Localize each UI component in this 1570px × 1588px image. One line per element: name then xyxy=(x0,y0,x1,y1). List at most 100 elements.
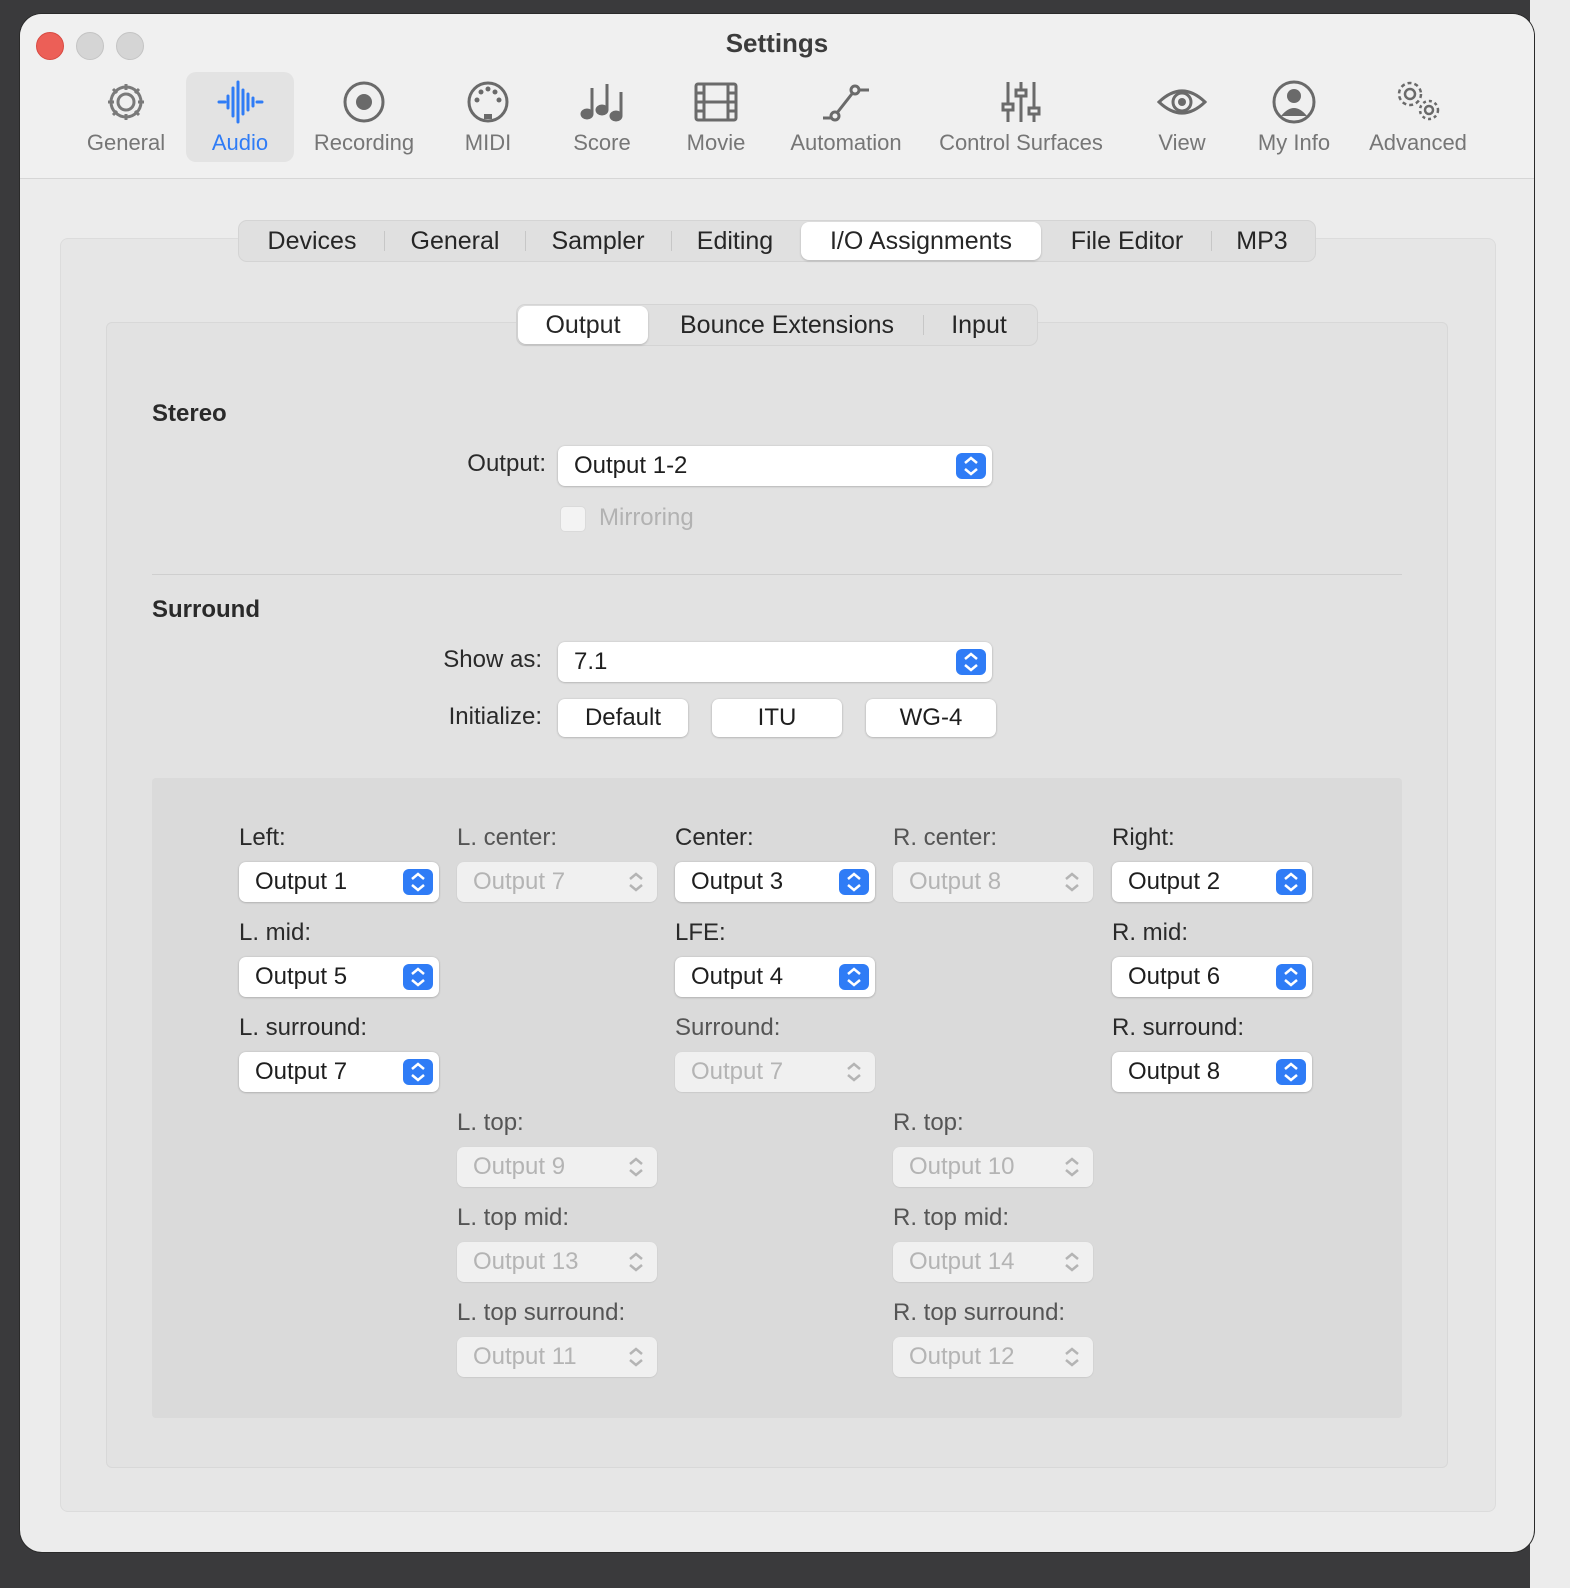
chevron-up-down-icon xyxy=(403,964,433,990)
stereo-section-title: Stereo xyxy=(152,400,227,427)
toolbar: Settings General Audio Recording MIDI Sc… xyxy=(20,14,1534,179)
center-value: Output 3 xyxy=(691,868,784,895)
toolbar-my-info-label: My Info xyxy=(1257,130,1331,155)
chevron-up-down-icon xyxy=(1276,869,1306,895)
right-label: Right: xyxy=(1112,824,1175,851)
r-top-popup: Output 10 xyxy=(893,1147,1093,1187)
tab-editing[interactable]: Editing xyxy=(671,221,799,261)
toolbar-recording[interactable]: Recording xyxy=(304,72,424,162)
r-top-value: Output 10 xyxy=(909,1153,1015,1180)
r-mid-label: R. mid: xyxy=(1112,919,1189,946)
init-itu-button[interactable]: ITU xyxy=(712,699,842,737)
chevron-up-down-icon xyxy=(629,872,643,892)
stereo-output-popup[interactable]: Output 1-2 xyxy=(558,446,992,486)
midi-connector-icon xyxy=(467,81,509,123)
chevron-up-down-icon xyxy=(629,1157,643,1177)
r-center-value: Output 8 xyxy=(909,868,1002,895)
toolbar-audio-label: Audio xyxy=(211,130,269,155)
io-subtabs: Output Bounce Extensions Input xyxy=(516,304,1038,346)
r-top-mid-value: Output 14 xyxy=(909,1248,1015,1275)
person-icon xyxy=(1272,80,1316,124)
toolbar-midi[interactable]: MIDI xyxy=(438,72,538,162)
r-surround-label: R. surround: xyxy=(1112,1014,1245,1041)
initialize-label: Initialize: xyxy=(448,703,542,730)
chevron-up-down-icon xyxy=(1065,1347,1079,1367)
r-top-label: R. top: xyxy=(893,1109,964,1136)
left-label: Left: xyxy=(239,824,286,851)
toolbar-advanced[interactable]: Advanced xyxy=(1356,72,1480,162)
toolbar-recording-label: Recording xyxy=(313,130,415,155)
toolbar-automation[interactable]: Automation xyxy=(778,72,914,162)
chevron-up-down-icon xyxy=(629,1347,643,1367)
toolbar-movie[interactable]: Movie xyxy=(666,72,766,162)
tab-devices[interactable]: Devices xyxy=(239,221,385,261)
settings-window: Settings General Audio Recording MIDI Sc… xyxy=(20,14,1534,1552)
surround-section-title: Surround xyxy=(152,596,260,623)
subtab-output[interactable]: Output xyxy=(518,306,648,344)
r-top-mid-label: R. top mid: xyxy=(893,1204,1010,1231)
l-top-mid-value: Output 13 xyxy=(473,1248,579,1275)
chevron-up-down-icon xyxy=(1276,1059,1306,1085)
subtab-input[interactable]: Input xyxy=(923,305,1035,345)
r-top-surround-popup: Output 12 xyxy=(893,1337,1093,1377)
record-icon xyxy=(343,81,385,123)
mirroring-checkbox[interactable] xyxy=(560,506,586,532)
stereo-output-label: Output: xyxy=(467,450,546,477)
chevron-up-down-icon xyxy=(847,1062,861,1082)
l-top-surround-popup: Output 11 xyxy=(457,1337,657,1377)
audio-tabs: Devices General Sampler Editing I/O Assi… xyxy=(238,220,1316,262)
l-surround-label: L. surround: xyxy=(239,1014,368,1041)
r-mid-value: Output 6 xyxy=(1128,963,1221,990)
chevron-up-down-icon xyxy=(403,1059,433,1085)
r-mid-popup[interactable]: Output 6 xyxy=(1112,957,1312,997)
center-popup[interactable]: Output 3 xyxy=(675,862,875,902)
toolbar-score[interactable]: Score xyxy=(552,72,652,162)
lfe-label: LFE: xyxy=(675,919,726,946)
chevron-up-down-icon xyxy=(839,964,869,990)
surround-popup: Output 7 xyxy=(675,1052,875,1092)
toolbar-view[interactable]: View xyxy=(1132,72,1232,162)
tab-sampler[interactable]: Sampler xyxy=(525,221,671,261)
tab-general[interactable]: General xyxy=(385,221,525,261)
l-top-label: L. top: xyxy=(457,1109,524,1136)
automation-curve-icon xyxy=(823,84,869,122)
lfe-popup[interactable]: Output 4 xyxy=(675,957,875,997)
show-as-popup[interactable]: 7.1 xyxy=(558,642,992,682)
toolbar-audio[interactable]: Audio xyxy=(186,72,294,162)
l-top-popup: Output 9 xyxy=(457,1147,657,1187)
l-top-mid-popup: Output 13 xyxy=(457,1242,657,1282)
show-as-value: 7.1 xyxy=(574,648,608,675)
l-top-mid-label: L. top mid: xyxy=(457,1204,570,1231)
l-mid-label: L. mid: xyxy=(239,919,312,946)
r-center-popup: Output 8 xyxy=(893,862,1093,902)
l-top-surround-label: L. top surround: xyxy=(457,1299,626,1326)
left-popup[interactable]: Output 1 xyxy=(239,862,439,902)
right-value: Output 2 xyxy=(1128,868,1221,895)
right-popup[interactable]: Output 2 xyxy=(1112,862,1312,902)
init-default-button[interactable]: Default xyxy=(558,699,688,737)
subtab-bounce-extensions[interactable]: Bounce Extensions xyxy=(651,305,923,345)
init-wg4-button[interactable]: WG-4 xyxy=(866,699,996,737)
toolbar-my-info[interactable]: My Info xyxy=(1244,72,1344,162)
audio-waveform-icon xyxy=(217,80,264,124)
section-divider xyxy=(152,574,1402,575)
toolbar-general[interactable]: General xyxy=(76,72,176,162)
eye-icon xyxy=(1157,89,1207,115)
toolbar-midi-label: MIDI xyxy=(464,130,512,155)
lfe-value: Output 4 xyxy=(691,963,784,990)
tab-mp3[interactable]: MP3 xyxy=(1211,221,1313,261)
tab-file-editor[interactable]: File Editor xyxy=(1043,221,1211,261)
surround-label: Surround: xyxy=(675,1014,781,1041)
l-mid-popup[interactable]: Output 5 xyxy=(239,957,439,997)
faders-icon xyxy=(1001,82,1041,122)
l-surround-popup[interactable]: Output 7 xyxy=(239,1052,439,1092)
l-top-surround-value: Output 11 xyxy=(473,1343,577,1370)
r-surround-popup[interactable]: Output 8 xyxy=(1112,1052,1312,1092)
r-top-surround-label: R. top surround: xyxy=(893,1299,1066,1326)
tab-io-assignments[interactable]: I/O Assignments xyxy=(801,222,1041,260)
toolbar-view-label: View xyxy=(1158,130,1206,155)
chevron-up-down-icon xyxy=(629,1252,643,1272)
toolbar-control-surfaces[interactable]: Control Surfaces xyxy=(926,72,1116,162)
chevron-up-down-icon xyxy=(956,649,986,675)
toolbar-automation-label: Automation xyxy=(790,130,902,155)
